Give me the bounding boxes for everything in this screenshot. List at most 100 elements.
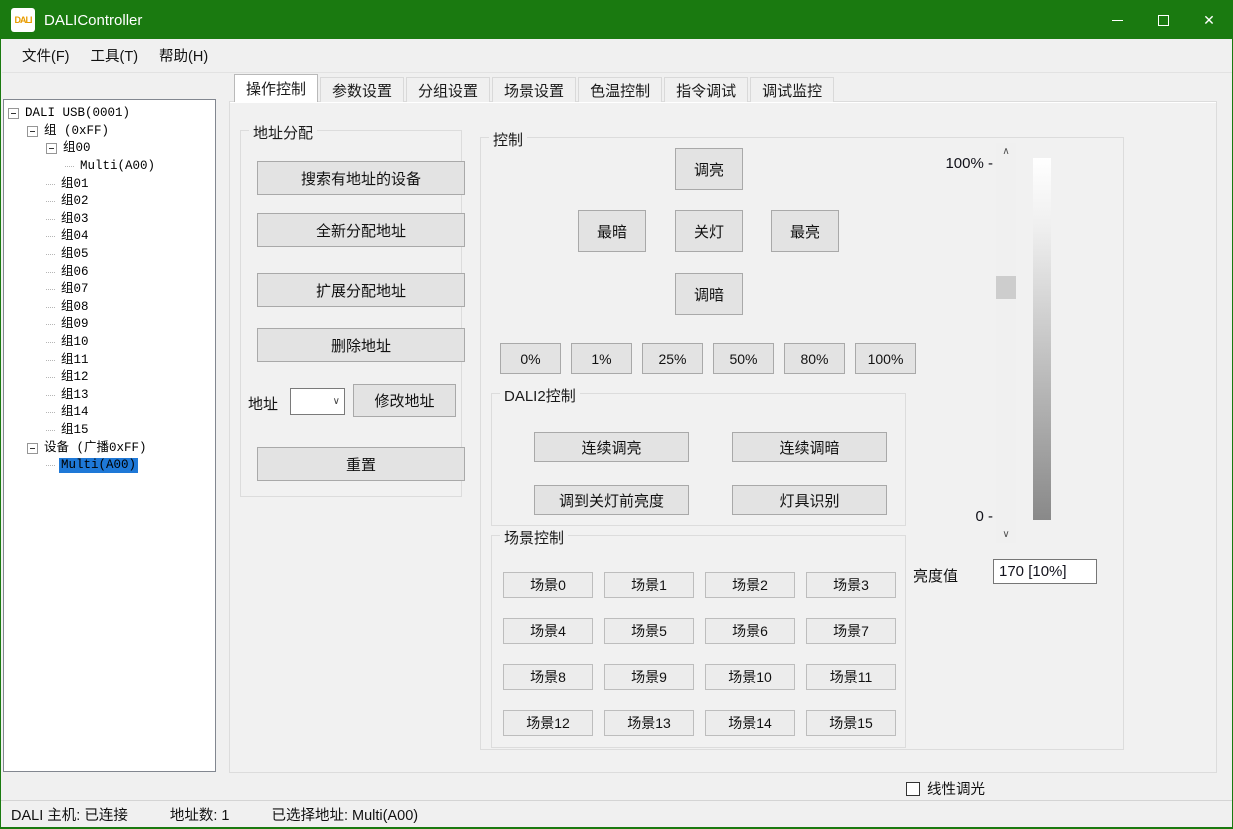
reset-button[interactable]: 重置 <box>257 447 465 481</box>
tree-item-label: 组05 <box>59 247 91 262</box>
menu-item[interactable]: 工具(T) <box>91 45 139 66</box>
brightness-value-box[interactable]: 170 [10%] <box>993 559 1097 584</box>
scene-button[interactable]: 场景10 <box>705 664 795 690</box>
tree-item[interactable]: Multi(A00) <box>4 158 215 176</box>
tree-item[interactable]: 组00 <box>4 140 215 158</box>
percent-button[interactable]: 80% <box>784 343 845 374</box>
percent-button[interactable]: 1% <box>571 343 632 374</box>
tree-item[interactable]: 组01 <box>4 175 215 193</box>
scene-button[interactable]: 场景13 <box>604 710 694 736</box>
minimize-icon <box>1112 20 1123 21</box>
extend-assign-address-button[interactable]: 扩展分配地址 <box>257 273 465 307</box>
menu-item[interactable]: 文件(F) <box>22 45 70 66</box>
scrollbar-thumb[interactable] <box>996 276 1016 299</box>
tree-connector <box>46 201 55 202</box>
percent-button[interactable]: 100% <box>855 343 916 374</box>
scene-button[interactable]: 场景14 <box>705 710 795 736</box>
status-item: 地址数: 1 <box>170 804 230 825</box>
tree-item[interactable]: 组03 <box>4 211 215 229</box>
address-combobox[interactable]: ∨ <box>290 388 345 415</box>
tree-connector <box>46 342 55 343</box>
tree-item-label: 设备 (广播0xFF) <box>42 441 149 456</box>
scene-button[interactable]: 场景11 <box>806 664 896 690</box>
scene-button[interactable]: 场景6 <box>705 618 795 644</box>
tree-item[interactable]: 组12 <box>4 369 215 387</box>
tab[interactable]: 色温控制 <box>578 77 662 102</box>
max-brightness-button[interactable]: 最亮 <box>771 210 839 252</box>
close-button[interactable]: ✕ <box>1186 1 1232 39</box>
app-icon: DALI <box>11 8 35 32</box>
continuous-dim-down-button[interactable]: 连续调暗 <box>732 432 887 462</box>
assign-new-address-button[interactable]: 全新分配地址 <box>257 213 465 247</box>
tree-expander-icon[interactable] <box>27 443 38 454</box>
minimize-button[interactable] <box>1094 1 1140 39</box>
min-brightness-button[interactable]: 最暗 <box>578 210 646 252</box>
brightness-scrollbar[interactable]: ∧ ∨ <box>996 143 1016 543</box>
tree-item[interactable]: 组04 <box>4 228 215 246</box>
scene-button[interactable]: 场景12 <box>503 710 593 736</box>
slider-max-label: 100% - <box>911 155 993 172</box>
scene-button[interactable]: 场景7 <box>806 618 896 644</box>
tree-item-label: 组02 <box>59 194 91 209</box>
tree-item[interactable]: 组02 <box>4 193 215 211</box>
scene-button[interactable]: 场景2 <box>705 572 795 598</box>
tree-item[interactable]: 组06 <box>4 263 215 281</box>
tab[interactable]: 分组设置 <box>406 77 490 102</box>
percent-button[interactable]: 0% <box>500 343 561 374</box>
tree-connector <box>46 219 55 220</box>
dim-up-button[interactable]: 调亮 <box>675 148 743 190</box>
tree-item[interactable]: 组14 <box>4 404 215 422</box>
scene-button[interactable]: 场景15 <box>806 710 896 736</box>
search-addressed-devices-button[interactable]: 搜索有地址的设备 <box>257 161 465 195</box>
scene-button[interactable]: 场景4 <box>503 618 593 644</box>
tab[interactable]: 指令调试 <box>664 77 748 102</box>
tree-item[interactable]: DALI USB(0001) <box>4 105 215 123</box>
dim-down-button[interactable]: 调暗 <box>675 273 743 315</box>
percent-button[interactable]: 50% <box>713 343 774 374</box>
tree-expander-icon[interactable] <box>46 143 57 154</box>
recall-pre-off-level-button[interactable]: 调到关灯前亮度 <box>534 485 689 515</box>
scrollbar-up-icon[interactable]: ∧ <box>996 143 1016 160</box>
scene-button[interactable]: 场景9 <box>604 664 694 690</box>
delete-address-button[interactable]: 删除地址 <box>257 328 465 362</box>
lower-strip: 线性调光 <box>1 773 1232 800</box>
tree-item[interactable]: 组15 <box>4 422 215 440</box>
maximize-button[interactable] <box>1140 1 1186 39</box>
tree-item[interactable]: 组11 <box>4 351 215 369</box>
scene-button[interactable]: 场景5 <box>604 618 694 644</box>
scene-button[interactable]: 场景0 <box>503 572 593 598</box>
tree-item[interactable]: 组 (0xFF) <box>4 123 215 141</box>
luminaire-identify-button[interactable]: 灯具识别 <box>732 485 887 515</box>
address-group: 地址分配 地址 ∨ 修改地址 重置 搜索有地址的设备全新分配地址扩展分配地址删除… <box>240 130 462 497</box>
tab[interactable]: 操作控制 <box>234 74 318 102</box>
modify-address-button[interactable]: 修改地址 <box>353 384 456 417</box>
scene-button[interactable]: 场景1 <box>604 572 694 598</box>
tab-page: 地址分配 地址 ∨ 修改地址 重置 搜索有地址的设备全新分配地址扩展分配地址删除… <box>229 101 1217 773</box>
tree-item[interactable]: 组10 <box>4 334 215 352</box>
tree-expander-icon[interactable] <box>8 108 19 119</box>
scene-button[interactable]: 场景3 <box>806 572 896 598</box>
tree-expander-icon[interactable] <box>27 126 38 137</box>
tree-item[interactable]: 组05 <box>4 246 215 264</box>
maximize-icon <box>1158 15 1169 26</box>
scrollbar-down-icon[interactable]: ∨ <box>996 526 1016 543</box>
continuous-dim-up-button[interactable]: 连续调亮 <box>534 432 689 462</box>
tab[interactable]: 调试监控 <box>750 77 834 102</box>
tree-item-label: 组03 <box>59 212 91 227</box>
tree-item[interactable]: 设备 (广播0xFF) <box>4 439 215 457</box>
linear-dimming-checkbox[interactable] <box>906 782 920 796</box>
tree-item-label: 组08 <box>59 300 91 315</box>
tree-connector <box>46 412 55 413</box>
tab[interactable]: 场景设置 <box>492 77 576 102</box>
tree-item[interactable]: Multi(A00) <box>4 457 215 475</box>
tab[interactable]: 参数设置 <box>320 77 404 102</box>
status-bar: DALI 主机: 已连接地址数: 1已选择地址: Multi(A00) <box>1 800 1232 828</box>
light-off-button[interactable]: 关灯 <box>675 210 743 252</box>
tree-item[interactable]: 组07 <box>4 281 215 299</box>
tree-item[interactable]: 组09 <box>4 316 215 334</box>
tree-item[interactable]: 组13 <box>4 387 215 405</box>
percent-button[interactable]: 25% <box>642 343 703 374</box>
menu-item[interactable]: 帮助(H) <box>159 45 208 66</box>
scene-button[interactable]: 场景8 <box>503 664 593 690</box>
tree-item[interactable]: 组08 <box>4 299 215 317</box>
